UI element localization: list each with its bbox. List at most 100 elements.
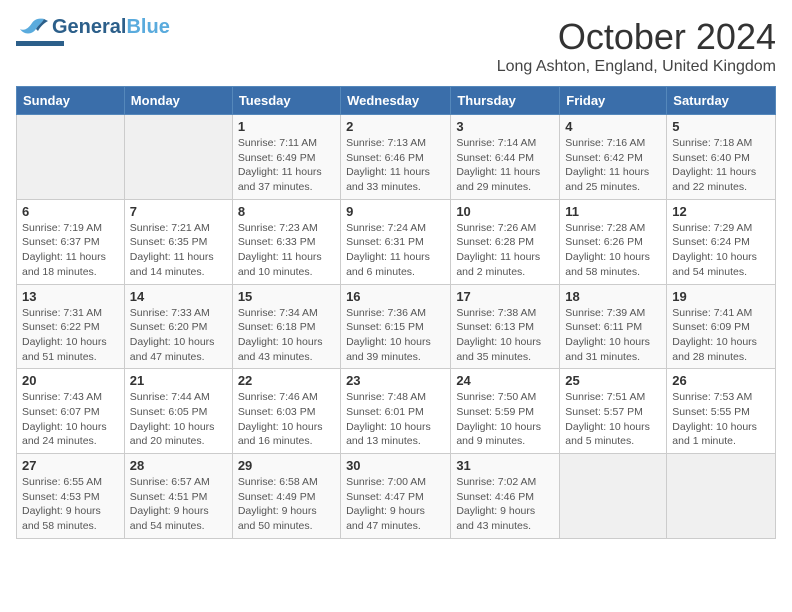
calendar-cell: 25 Sunrise: 7:51 AM Sunset: 5:57 PM Dayli… [560, 369, 667, 454]
day-info: Sunrise: 7:50 AM Sunset: 5:59 PM Dayligh… [456, 390, 554, 449]
calendar-cell [667, 454, 776, 539]
day-number: 14 [130, 289, 227, 304]
day-number: 11 [565, 204, 661, 219]
day-number: 9 [346, 204, 445, 219]
week-row-3: 13 Sunrise: 7:31 AM Sunset: 6:22 PM Dayli… [17, 284, 776, 369]
day-number: 21 [130, 373, 227, 388]
day-info: Sunrise: 7:28 AM Sunset: 6:26 PM Dayligh… [565, 221, 661, 280]
day-number: 28 [130, 458, 227, 473]
calendar-cell: 6Sunrise: 7:19 AM Sunset: 6:37 PM Daylig… [17, 199, 125, 284]
day-info: Sunrise: 7:44 AM Sunset: 6:05 PM Dayligh… [130, 390, 227, 449]
month-title: October 2024 [497, 16, 776, 58]
calendar-header-row: SundayMondayTuesdayWednesdayThursdayFrid… [17, 87, 776, 115]
calendar-cell [560, 454, 667, 539]
day-number: 8 [238, 204, 335, 219]
day-info: Sunrise: 7:16 AM Sunset: 6:42 PM Dayligh… [565, 136, 661, 195]
day-number: 3 [456, 119, 554, 134]
day-info: Sunrise: 7:31 AM Sunset: 6:22 PM Dayligh… [22, 306, 119, 365]
day-number: 19 [672, 289, 770, 304]
calendar-cell: 30Sunrise: 7:00 AM Sunset: 4:47 PM Dayli… [341, 454, 451, 539]
day-info: Sunrise: 7:21 AM Sunset: 6:35 PM Dayligh… [130, 221, 227, 280]
day-header-thursday: Thursday [451, 87, 560, 115]
calendar-cell: 17 Sunrise: 7:38 AM Sunset: 6:13 PM Dayli… [451, 284, 560, 369]
day-info: Sunrise: 7:29 AM Sunset: 6:24 PM Dayligh… [672, 221, 770, 280]
day-number: 31 [456, 458, 554, 473]
day-number: 7 [130, 204, 227, 219]
day-info: Sunrise: 7:48 AM Sunset: 6:01 PM Dayligh… [346, 390, 445, 449]
day-info: Sunrise: 6:58 AM Sunset: 4:49 PM Dayligh… [238, 475, 335, 534]
day-info: Sunrise: 7:26 AM Sunset: 6:28 PM Dayligh… [456, 221, 554, 280]
day-info: Sunrise: 7:00 AM Sunset: 4:47 PM Dayligh… [346, 475, 445, 534]
day-number: 25 [565, 373, 661, 388]
day-info: Sunrise: 7:23 AM Sunset: 6:33 PM Dayligh… [238, 221, 335, 280]
day-info: Sunrise: 7:24 AM Sunset: 6:31 PM Dayligh… [346, 221, 445, 280]
calendar-cell: 12 Sunrise: 7:29 AM Sunset: 6:24 PM Dayli… [667, 199, 776, 284]
day-header-saturday: Saturday [667, 87, 776, 115]
day-info: Sunrise: 6:57 AM Sunset: 4:51 PM Dayligh… [130, 475, 227, 534]
calendar-cell: 16 Sunrise: 7:36 AM Sunset: 6:15 PM Dayli… [341, 284, 451, 369]
page-header: GeneralBlue October 2024 Long Ashton, En… [16, 16, 776, 76]
day-info: Sunrise: 7:02 AM Sunset: 4:46 PM Dayligh… [456, 475, 554, 534]
day-info: Sunrise: 7:43 AM Sunset: 6:07 PM Dayligh… [22, 390, 119, 449]
logo: GeneralBlue [16, 16, 170, 46]
day-number: 29 [238, 458, 335, 473]
calendar-cell: 22 Sunrise: 7:46 AM Sunset: 6:03 PM Dayli… [232, 369, 340, 454]
day-info: Sunrise: 7:14 AM Sunset: 6:44 PM Dayligh… [456, 136, 554, 195]
calendar-table: SundayMondayTuesdayWednesdayThursdayFrid… [16, 86, 776, 539]
day-number: 10 [456, 204, 554, 219]
day-info: Sunrise: 7:51 AM Sunset: 5:57 PM Dayligh… [565, 390, 661, 449]
calendar-cell: 29 Sunrise: 6:58 AM Sunset: 4:49 PM Dayli… [232, 454, 340, 539]
calendar-cell: 24Sunrise: 7:50 AM Sunset: 5:59 PM Dayli… [451, 369, 560, 454]
calendar-cell: 26Sunrise: 7:53 AM Sunset: 5:55 PM Dayli… [667, 369, 776, 454]
logo-underline [16, 41, 64, 46]
day-info: Sunrise: 7:11 AM Sunset: 6:49 PM Dayligh… [238, 136, 335, 195]
calendar-cell: 8 Sunrise: 7:23 AM Sunset: 6:33 PM Daylig… [232, 199, 340, 284]
day-info: Sunrise: 7:36 AM Sunset: 6:15 PM Dayligh… [346, 306, 445, 365]
week-row-4: 20 Sunrise: 7:43 AM Sunset: 6:07 PM Dayli… [17, 369, 776, 454]
day-number: 6 [22, 204, 119, 219]
day-number: 20 [22, 373, 119, 388]
calendar-cell [17, 115, 125, 200]
day-info: Sunrise: 7:33 AM Sunset: 6:20 PM Dayligh… [130, 306, 227, 365]
day-number: 23 [346, 373, 445, 388]
calendar-cell [124, 115, 232, 200]
day-info: Sunrise: 7:41 AM Sunset: 6:09 PM Dayligh… [672, 306, 770, 365]
calendar-cell: 31 Sunrise: 7:02 AM Sunset: 4:46 PM Dayli… [451, 454, 560, 539]
calendar-cell: 9 Sunrise: 7:24 AM Sunset: 6:31 PM Daylig… [341, 199, 451, 284]
day-info: Sunrise: 7:34 AM Sunset: 6:18 PM Dayligh… [238, 306, 335, 365]
calendar-cell: 7 Sunrise: 7:21 AM Sunset: 6:35 PM Daylig… [124, 199, 232, 284]
day-number: 27 [22, 458, 119, 473]
calendar-cell: 11 Sunrise: 7:28 AM Sunset: 6:26 PM Dayli… [560, 199, 667, 284]
calendar-cell: 14 Sunrise: 7:33 AM Sunset: 6:20 PM Dayli… [124, 284, 232, 369]
day-number: 4 [565, 119, 661, 134]
day-number: 17 [456, 289, 554, 304]
calendar-cell: 3 Sunrise: 7:14 AM Sunset: 6:44 PM Daylig… [451, 115, 560, 200]
day-header-sunday: Sunday [17, 87, 125, 115]
day-number: 2 [346, 119, 445, 134]
day-info: Sunrise: 7:46 AM Sunset: 6:03 PM Dayligh… [238, 390, 335, 449]
day-number: 13 [22, 289, 119, 304]
week-row-2: 6Sunrise: 7:19 AM Sunset: 6:37 PM Daylig… [17, 199, 776, 284]
day-info: Sunrise: 7:39 AM Sunset: 6:11 PM Dayligh… [565, 306, 661, 365]
day-number: 16 [346, 289, 445, 304]
calendar-cell: 1 Sunrise: 7:11 AM Sunset: 6:49 PM Daylig… [232, 115, 340, 200]
day-number: 18 [565, 289, 661, 304]
calendar-cell: 21 Sunrise: 7:44 AM Sunset: 6:05 PM Dayli… [124, 369, 232, 454]
calendar-cell: 27 Sunrise: 6:55 AM Sunset: 4:53 PM Dayli… [17, 454, 125, 539]
day-number: 12 [672, 204, 770, 219]
day-info: Sunrise: 7:53 AM Sunset: 5:55 PM Dayligh… [672, 390, 770, 449]
week-row-1: 1 Sunrise: 7:11 AM Sunset: 6:49 PM Daylig… [17, 115, 776, 200]
day-info: Sunrise: 7:13 AM Sunset: 6:46 PM Dayligh… [346, 136, 445, 195]
calendar-cell: 18 Sunrise: 7:39 AM Sunset: 6:11 PM Dayli… [560, 284, 667, 369]
calendar-cell: 10 Sunrise: 7:26 AM Sunset: 6:28 PM Dayli… [451, 199, 560, 284]
day-header-friday: Friday [560, 87, 667, 115]
day-info: Sunrise: 7:38 AM Sunset: 6:13 PM Dayligh… [456, 306, 554, 365]
calendar-cell: 2 Sunrise: 7:13 AM Sunset: 6:46 PM Daylig… [341, 115, 451, 200]
day-number: 1 [238, 119, 335, 134]
day-number: 15 [238, 289, 335, 304]
calendar-cell: 15 Sunrise: 7:34 AM Sunset: 6:18 PM Dayli… [232, 284, 340, 369]
day-header-wednesday: Wednesday [341, 87, 451, 115]
day-info: Sunrise: 6:55 AM Sunset: 4:53 PM Dayligh… [22, 475, 119, 534]
location-label: Long Ashton, England, United Kingdom [497, 58, 776, 76]
day-number: 22 [238, 373, 335, 388]
